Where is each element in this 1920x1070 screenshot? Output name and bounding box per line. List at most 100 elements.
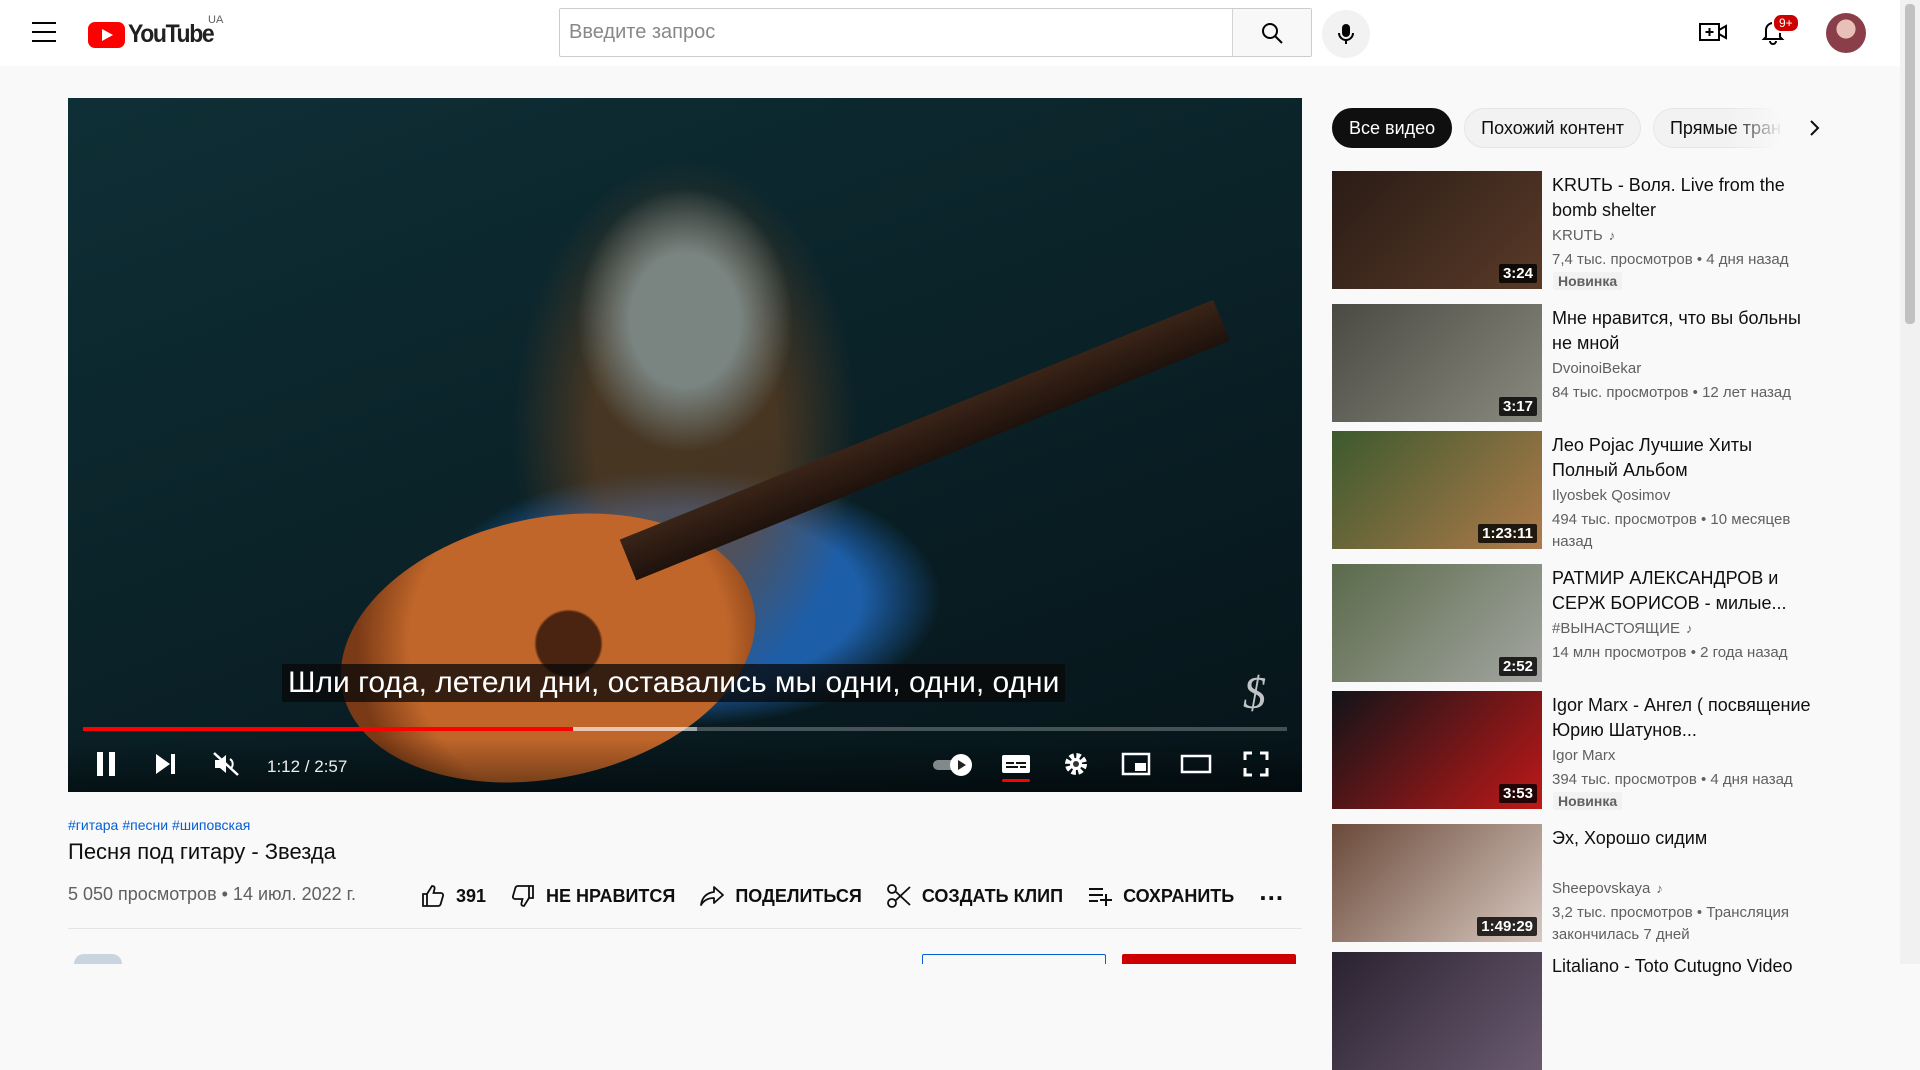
recommendation-stats: 14 млн просмотров • 2 года назад [1552,644,1788,661]
channel-avatar[interactable] [74,954,122,964]
logo-text: YouTube [128,20,215,48]
recommendation-item[interactable]: 1:23:11 Лео Pojac Лучшие Хиты Полный Альб… [1332,431,1814,550]
recommendation-title[interactable]: Litaliano - Toto Cutugno Video [1552,954,1814,979]
fullscreen-button[interactable] [1238,746,1274,782]
recommendation-item[interactable]: Litaliano - Toto Cutugno Video [1332,952,1812,1070]
recommendation-stats: 7,4 тыс. просмотров • 4 дня назад [1552,251,1789,268]
recommendation-channel[interactable]: DvoinoiBekar [1552,360,1641,377]
recommendation-title[interactable]: Мне нравится, что вы больны не мной [1552,306,1814,356]
recommendation-channel[interactable]: Sheepovskaya ♪ [1552,880,1663,897]
recommendation-title[interactable]: KRUТЬ - Воля. Live from the bomb shelter [1552,173,1814,223]
create-clip-button[interactable]: СОЗДАТЬ КЛИП [886,883,1063,909]
recommendation-item[interactable]: 2:52 РАТМИР АЛЕКСАНДРОВ и СЕРЖ БОРИСОВ - … [1332,564,1812,682]
share-button[interactable]: ПОДЕЛИТЬСЯ [699,883,862,909]
video-duration: 1:49:29 [1477,917,1537,936]
recommendation-item[interactable]: 3:17 Мне нравится, что вы больны не мной D… [1332,304,1812,422]
video-thumbnail[interactable]: 3:53 [1332,691,1542,809]
hashtag-link[interactable]: #песни [122,817,168,833]
microphone-icon [1338,24,1354,44]
hashtag-link[interactable]: #гитара [68,817,118,833]
miniplayer-icon [1121,752,1151,776]
channel-name: Sheepovskaya [1552,880,1651,897]
video-thumbnail[interactable]: 2:52 [1332,564,1542,682]
video-thumbnail[interactable]: 3:24 [1332,171,1542,289]
like-count: 391 [456,885,487,906]
search-icon [1262,22,1283,44]
video-duration: 2:52 [1498,657,1537,676]
menu-icon[interactable] [32,22,56,42]
time-display: 1:12 / 2:57 [267,757,348,776]
channel-name: KRUТЬ [1552,227,1603,244]
notification-badge: 9+ [1772,13,1800,33]
chevron-right-icon [1810,120,1820,136]
next-icon [156,754,175,774]
settings-button[interactable] [1058,746,1094,782]
miniplayer-button[interactable] [1118,746,1154,782]
recommendation-stats: 3,2 тыс. просмотров • Трансляция закончи… [1552,904,1790,943]
join-button[interactable] [922,954,1106,964]
video-player[interactable]: $ Шли года, летели дни, оставались мы од… [68,98,1302,792]
more-actions-button[interactable]: … [1258,878,1285,904]
gear-icon [1065,753,1087,775]
theater-mode-button[interactable] [1178,746,1214,782]
channel-name: Igor Marx [1552,747,1616,764]
video-duration: 1:23:11 [1478,524,1537,543]
recommendation-title[interactable]: Лео Pojac Лучшие Хиты Полный Альбом [1552,433,1814,483]
recommendation-item[interactable]: 3:53 Igor Marx - Ангел ( посвящение Юрию … [1332,691,1814,810]
search-input[interactable] [560,9,1232,56]
recommendation-channel[interactable]: KRUТЬ ♪ [1552,227,1615,244]
scroll-thumb[interactable] [1905,4,1915,324]
search-button[interactable] [1232,9,1311,56]
autoplay-toggle[interactable] [930,746,976,782]
youtube-logo[interactable]: YouTube UA [88,14,223,49]
subtitles-button[interactable] [998,746,1034,782]
chip-live[interactable]: Прямые трансляции [1652,108,1783,148]
chip-all[interactable]: Все видео [1332,108,1453,148]
filter-chips: Все видео Похожий контент Прямые трансля… [1332,108,1835,148]
chips-next-button[interactable] [1795,108,1835,148]
pause-button[interactable] [88,746,124,782]
page-scrollbar[interactable] [1900,0,1920,964]
dislike-label: НЕ НРАВИТСЯ [546,885,676,906]
create-video-icon [1699,23,1727,41]
channel-name: DvoinoiBekar [1552,360,1642,377]
autoplay-icon [933,754,972,776]
thumbs-up-icon [422,885,445,907]
save-button[interactable]: СОХРАНИТЬ [1087,883,1234,909]
next-button[interactable] [147,746,183,782]
recommendation-stats: 84 тыс. просмотров • 12 лет назад [1552,384,1791,401]
account-avatar[interactable] [1826,13,1866,53]
chip-related[interactable]: Похожий контент [1464,108,1641,148]
video-thumbnail[interactable]: 3:17 [1332,304,1542,422]
recommendation-title[interactable]: РАТМИР АЛЕКСАНДРОВ и СЕРЖ БОРИСОВ - милы… [1552,566,1814,616]
music-note-icon: ♪ [1608,228,1616,243]
notifications-button[interactable]: 9+ [1758,13,1800,47]
mute-button[interactable] [208,746,244,782]
hashtag-link[interactable]: #шиповская [172,817,250,833]
recommendation-item[interactable]: 1:49:29 Эх, Хорошо сидим Sheepovskaya ♪ 3,2 … [1332,824,1814,943]
recommendation-title[interactable]: Эх, Хорошо сидим [1552,826,1814,851]
video-thumbnail[interactable]: 1:49:29 [1332,824,1542,942]
progress-bar[interactable] [83,727,1287,731]
video-actions: 391 НЕ НРАВИТСЯ ПОДЕЛИТЬСЯ СОЗДАТЬ КЛИП … [420,878,1309,912]
create-video-button[interactable] [1698,17,1728,47]
recommendation-title[interactable]: Igor Marx - Ангел ( посвящение Юрию Шату… [1552,693,1814,743]
voice-search-button[interactable] [1322,10,1370,58]
thumbs-down-icon [512,885,534,907]
recommendation-item[interactable]: 3:24 KRUТЬ - Воля. Live from the bomb she… [1332,171,1814,290]
dislike-button[interactable]: НЕ НРАВИТСЯ [510,883,675,909]
scissors-icon [886,884,911,908]
recommendation-channel[interactable]: #ВЫНАСТОЯЩИЕ ♪ [1552,620,1692,637]
video-thumbnail[interactable]: 1:23:11 [1332,431,1542,549]
player-controls: 1:12 / 2:57 [68,738,1302,792]
video-thumbnail[interactable] [1332,952,1542,1070]
channel-watermark[interactable]: $ [1243,666,1266,719]
recommendation-stats: 494 тыс. просмотров • 10 месяцев назад [1552,511,1791,550]
recommendation-channel[interactable]: Ilyosbek Qosimov [1552,487,1670,504]
like-button[interactable]: 391 [420,883,486,909]
video-duration: 3:17 [1498,397,1537,416]
recommendation-channel[interactable]: Igor Marx [1552,747,1615,764]
recommendation-stats: 394 тыс. просмотров • 4 дня назад [1552,771,1793,788]
subscribe-button[interactable] [1122,954,1296,964]
playlist-add-icon [1089,888,1113,906]
